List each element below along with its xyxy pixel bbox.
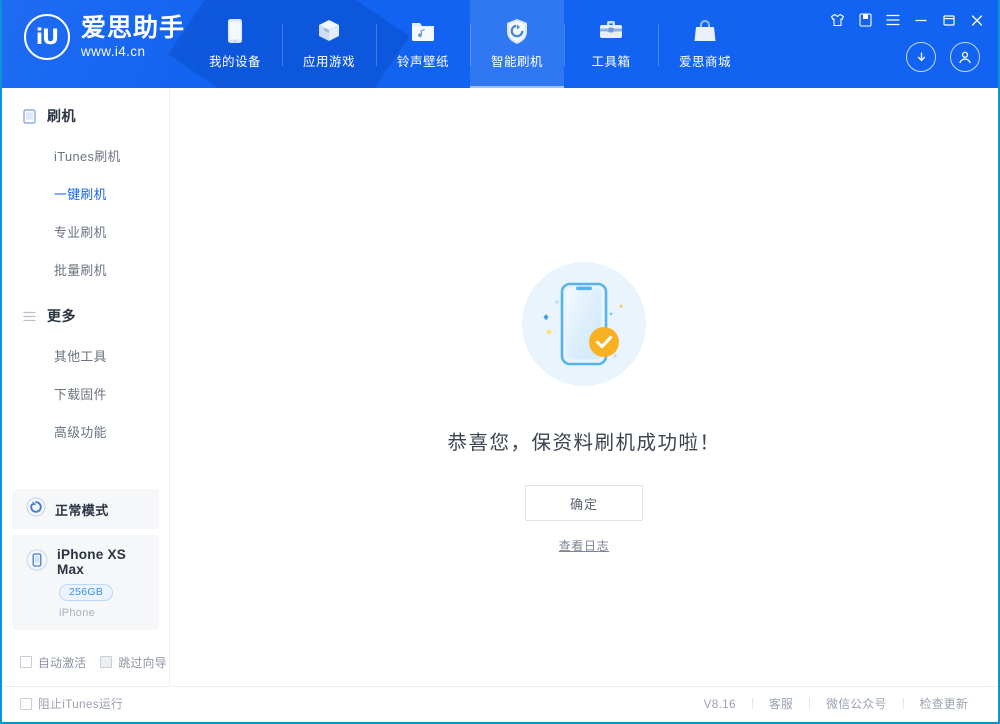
logo-text: iU — [35, 25, 59, 49]
header-round-buttons — [906, 42, 980, 72]
maximize-icon[interactable] — [936, 8, 962, 32]
checkbox-label: 阻止iTunes运行 — [38, 697, 124, 711]
sidebar-item-advanced[interactable]: 高级功能 — [2, 412, 169, 450]
confirm-button[interactable]: 确定 — [525, 485, 643, 521]
checkbox-skip-wizard[interactable]: 跳过向导 — [100, 654, 166, 671]
sidebar-item-download-firmware[interactable]: 下载固件 — [2, 374, 169, 412]
nav-item-toolbox[interactable]: 工具箱 — [564, 0, 658, 88]
message-icon[interactable] — [852, 8, 878, 32]
body-row: 刷机 iTunes刷机 一键刷机 专业刷机 批量刷机 更多 其他工具 下载固件 … — [2, 88, 998, 686]
nav-item-ringtones-wallpaper[interactable]: 铃声壁纸 — [376, 0, 470, 88]
footer-link-wechat[interactable]: 微信公众号 — [810, 695, 903, 712]
sidebar-group-more: 更多 — [2, 296, 169, 336]
music-folder-icon — [410, 18, 436, 44]
checkbox-box[interactable] — [20, 697, 32, 710]
cube-icon — [316, 18, 342, 44]
sidebar-item-batch-flash[interactable]: 批量刷机 — [2, 250, 169, 288]
device-capacity-badge: 256GB — [59, 584, 114, 601]
sidebar-group-label: 刷机 — [47, 108, 76, 124]
app-window: iU 爱思助手 www.i4.cn 我的设备 应用游戏 铃声壁纸 智能刷机 工具… — [0, 0, 1000, 724]
sidebar-item-label: 一键刷机 — [54, 186, 107, 202]
success-title: 恭喜您，保资料刷机成功啦！ — [447, 432, 721, 454]
phone-success-illustration — [516, 256, 652, 392]
device-mode-label: 正常模式 — [55, 502, 109, 518]
brand-logo-area: iU 爱思助手 www.i4.cn — [24, 14, 185, 60]
sidebar-item-pro-flash[interactable]: 专业刷机 — [2, 212, 169, 250]
main-content: 恭喜您，保资料刷机成功啦！ 确定 查看日志 — [170, 88, 998, 686]
nav-item-store[interactable]: 爱思商城 — [658, 0, 752, 88]
minimize-icon[interactable] — [908, 8, 934, 32]
brand-url: www.i4.cn — [81, 43, 146, 59]
brand-name: 爱思助手 — [81, 13, 186, 42]
checkbox-label: 跳过向导 — [118, 655, 167, 670]
nav-label: 应用游戏 — [302, 55, 355, 69]
nav-label: 铃声壁纸 — [396, 55, 449, 69]
account-icon[interactable] — [950, 42, 980, 72]
menu-icon[interactable] — [880, 8, 906, 32]
logo-icon: iU — [24, 14, 70, 60]
sidebar: 刷机 iTunes刷机 一键刷机 专业刷机 批量刷机 更多 其他工具 下载固件 … — [2, 88, 170, 686]
device-card[interactable]: iPhone XS Max 256GB iPhone — [12, 535, 159, 630]
device-name: iPhone XS Max — [57, 547, 127, 577]
phone-outline-icon — [22, 108, 37, 124]
phone-icon — [225, 18, 245, 44]
checkbox-label: 自动激活 — [38, 655, 87, 670]
nav-item-my-device[interactable]: 我的设备 — [188, 0, 282, 88]
device-mode-card[interactable]: 正常模式 — [12, 489, 159, 529]
nav-label: 我的设备 — [208, 55, 261, 69]
hamburger-icon — [22, 309, 37, 324]
footer-link-check-update[interactable]: 检查更新 — [904, 695, 984, 712]
close-icon[interactable] — [964, 8, 990, 32]
sidebar-item-label: 其他工具 — [54, 348, 107, 364]
sidebar-item-label: iTunes刷机 — [54, 148, 121, 164]
checkbox-box[interactable] — [20, 656, 32, 668]
sidebar-item-one-key-flash[interactable]: 一键刷机 — [2, 174, 169, 212]
app-header: iU 爱思助手 www.i4.cn 我的设备 应用游戏 铃声壁纸 智能刷机 工具… — [2, 0, 998, 88]
sidebar-options: 自动激活 跳过向导 — [2, 638, 169, 686]
nav-item-smart-flash[interactable]: 智能刷机 — [470, 0, 564, 88]
nav-label: 智能刷机 — [490, 55, 543, 69]
shop-bag-icon — [693, 18, 717, 44]
sidebar-group-label: 更多 — [47, 308, 76, 324]
shield-refresh-icon — [505, 18, 529, 44]
checkbox-box[interactable] — [100, 656, 113, 668]
footer-links: V8.16 客服 微信公众号 检查更新 — [688, 695, 984, 712]
sidebar-item-other-tools[interactable]: 其他工具 — [2, 336, 169, 374]
sidebar-item-label: 下载固件 — [54, 386, 107, 402]
sidebar-item-label: 批量刷机 — [54, 262, 107, 278]
main-navigation: 我的设备 应用游戏 铃声壁纸 智能刷机 工具箱 爱思商城 — [188, 0, 752, 88]
status-bar: 阻止iTunes运行 V8.16 客服 微信公众号 检查更新 — [2, 686, 998, 720]
refresh-circle-icon — [26, 496, 46, 522]
skin-icon[interactable] — [824, 8, 850, 32]
checkbox-block-itunes[interactable]: 阻止iTunes运行 — [20, 695, 123, 712]
view-log-link[interactable]: 查看日志 — [559, 537, 609, 554]
sidebar-item-label: 专业刷机 — [54, 224, 107, 240]
download-icon[interactable] — [906, 42, 936, 72]
window-controls — [824, 8, 990, 32]
device-phone-icon — [26, 548, 48, 576]
footer-link-support[interactable]: 客服 — [753, 695, 809, 712]
checkbox-auto-activate[interactable]: 自动激活 — [20, 654, 86, 671]
device-type: iPhone — [59, 607, 96, 619]
sidebar-group-flash: 刷机 — [2, 96, 169, 136]
sidebar-item-itunes-flash[interactable]: iTunes刷机 — [2, 136, 169, 174]
nav-label: 爱思商城 — [678, 55, 731, 69]
nav-label: 工具箱 — [591, 55, 631, 69]
toolbox-icon — [598, 18, 624, 44]
sidebar-item-label: 高级功能 — [54, 424, 107, 440]
nav-item-apps-games[interactable]: 应用游戏 — [282, 0, 376, 88]
version-label: V8.16 — [703, 696, 736, 711]
